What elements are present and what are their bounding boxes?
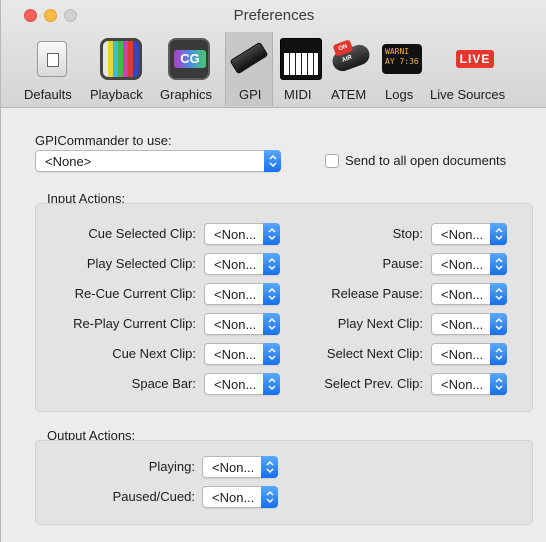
preferences-window: Preferences Defaults Playback CG Graphic… [0,0,546,542]
space-bar-popup[interactable]: <Non... [204,373,280,395]
toolbar-label-live-sources: Live Sources [430,87,506,102]
re-cue-current-clip-label: Re-Cue Current Clip: [74,286,196,301]
select-prev-clip-value: <Non... [441,377,484,392]
cue-selected-clip-value: <Non... [214,227,257,242]
cue-next-clip-label: Cue Next Clip: [112,346,196,361]
space-bar-label: Space Bar: [131,376,196,391]
pause-label: Pause: [382,256,423,271]
playing-label: Playing: [148,459,195,474]
graphics-icon: CG [168,38,210,80]
toolbar-item-atem[interactable]: ON AIR ATEM [327,32,375,106]
toolbar-label-defaults: Defaults [24,87,72,102]
select-next-clip-popup[interactable]: <Non... [431,343,507,365]
popup-arrows-icon [263,283,280,305]
select-next-clip-value: <Non... [441,347,484,362]
logs-icon-text: WARNI AY 7:36 [385,47,419,66]
space-bar-value: <Non... [214,377,257,392]
send-to-all-label[interactable]: Send to all open documents [345,153,506,168]
play-next-clip-value: <Non... [441,317,484,332]
popup-arrows-icon [490,343,507,365]
logs-icon: WARNI AY 7:36 [382,44,422,74]
live-icon-text: LIVE [456,50,494,68]
playback-icon [100,38,142,80]
release-pause-popup[interactable]: <Non... [431,283,507,305]
toolbar-item-playback[interactable]: Playback [89,32,153,106]
defaults-icon [37,41,67,77]
release-pause-label: Release Pause: [331,286,423,301]
window-title: Preferences [233,7,315,24]
toolbar-label-playback: Playback [90,87,143,102]
playing-value: <Non... [212,460,255,475]
popup-arrows-icon [261,486,278,508]
midi-keyboard-icon [280,38,322,80]
atem-icon-text: ON AIR [332,39,354,64]
toolbar-item-midi[interactable]: MIDI [279,32,323,106]
re-play-current-clip-popup[interactable]: <Non... [204,313,280,335]
re-cue-current-clip-popup[interactable]: <Non... [204,283,280,305]
paused-cued-value: <Non... [212,490,255,505]
toolbar-label-atem: ATEM [331,87,367,102]
popup-arrows-icon [263,253,280,275]
popup-arrows-icon [263,313,280,335]
toolbar-label-logs: Logs [385,87,414,102]
toolbar-item-live-sources[interactable]: LIVE Live Sources [429,32,521,106]
pause-value: <Non... [441,257,484,272]
popup-arrows-icon [263,223,280,245]
release-pause-value: <Non... [441,287,484,302]
cue-selected-clip-label: Cue Selected Clip: [88,226,196,241]
toolbar-label-gpi: GPI [239,87,262,102]
toolbar-item-gpi[interactable]: GPI [225,32,273,106]
graphics-icon-text: CG [174,50,206,68]
re-cue-current-clip-value: <Non... [214,287,257,302]
play-selected-clip-popup[interactable]: <Non... [204,253,280,275]
select-prev-clip-label: Select Prev. Clip: [324,376,423,391]
play-next-clip-popup[interactable]: <Non... [431,313,507,335]
paused-cued-label: Paused/Cued: [112,489,195,504]
select-prev-clip-popup[interactable]: <Non... [431,373,507,395]
paused-cued-popup[interactable]: <Non... [202,486,278,508]
popup-arrows-icon [263,343,280,365]
cue-next-clip-value: <Non... [214,347,257,362]
stop-popup[interactable]: <Non... [431,223,507,245]
re-play-current-clip-value: <Non... [214,317,257,332]
select-next-clip-label: Select Next Clip: [326,346,423,361]
play-next-clip-label: Play Next Clip: [337,316,423,331]
gpi-icon [228,38,270,80]
popup-arrows-icon [263,373,280,395]
toolbar-item-logs[interactable]: WARNI AY 7:36 Logs [379,32,425,106]
playing-popup[interactable]: <Non... [202,456,278,478]
live-sources-icon: LIVE [454,38,496,80]
play-selected-clip-value: <Non... [214,257,257,272]
title-bar: Preferences Defaults Playback CG Graphic… [1,0,546,108]
stop-label: Stop: [392,226,423,241]
popup-arrows-icon [490,223,507,245]
popup-arrows-icon [490,373,507,395]
toolbar-label-midi: MIDI [284,87,312,102]
popup-arrows-icon [264,150,281,172]
pause-popup[interactable]: <Non... [431,253,507,275]
output-actions-group [35,440,533,525]
toolbar-item-defaults[interactable]: Defaults [21,32,83,106]
toolbar-item-graphics[interactable]: CG Graphics [157,32,221,106]
gpi-commander-popup[interactable]: <None> [35,150,281,172]
popup-arrows-icon [490,313,507,335]
cue-selected-clip-popup[interactable]: <Non... [204,223,280,245]
popup-arrows-icon [490,253,507,275]
popup-arrows-icon [490,283,507,305]
popup-arrows-icon [261,456,278,478]
play-selected-clip-label: Play Selected Clip: [86,256,196,271]
toolbar-label-graphics: Graphics [160,87,213,102]
gpi-commander-value: <None> [45,154,92,169]
stop-value: <Non... [441,227,484,242]
send-to-all-checkbox[interactable] [325,154,339,168]
atem-icon: ON AIR [329,38,373,80]
re-play-current-clip-label: Re-Play Current Clip: [73,316,196,331]
cue-next-clip-popup[interactable]: <Non... [204,343,280,365]
gpi-commander-label: GPICommander to use: [35,133,172,148]
